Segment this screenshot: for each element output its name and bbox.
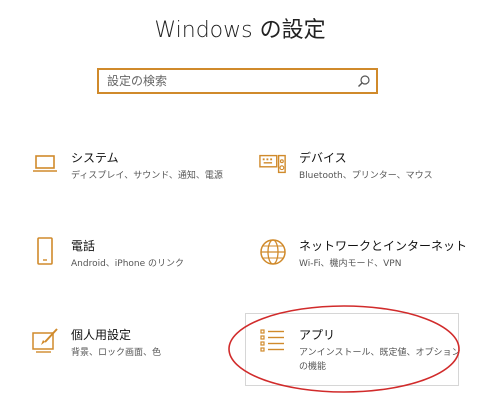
page-title: Windows の設定	[154, 18, 326, 43]
search-icon[interactable]	[354, 70, 374, 92]
tile-title: アプリ	[299, 328, 336, 342]
tile-description: ディスプレイ、サウンド、通知、電源	[71, 171, 223, 181]
devices-icon	[259, 150, 287, 178]
apps-list-icon	[259, 327, 287, 355]
tile-devices[interactable]: デバイス Bluetooth、プリンター、マウス	[259, 150, 433, 183]
tile-description: Android、iPhone のリンク	[71, 259, 185, 269]
personalization-icon	[31, 327, 59, 355]
tile-apps[interactable]: アプリ アンインストール、既定値、オプション の機能	[259, 327, 460, 374]
tile-title: デバイス	[299, 151, 347, 165]
tile-description-line1: アンインストール、既定値、オプション	[299, 348, 461, 358]
tile-description: Bluetooth、プリンター、マウス	[299, 171, 433, 181]
tile-phone[interactable]: 電話 Android、iPhone のリンク	[31, 237, 185, 271]
tile-title: 電話	[71, 239, 96, 253]
phone-icon	[31, 237, 59, 266]
tile-description: Wi-Fi、機内モード、VPN	[299, 259, 402, 269]
tile-network[interactable]: ネットワークとインターネット Wi-Fi、機内モード、VPN	[259, 238, 467, 271]
tile-description: アンインストール、既定値、オプション の機能	[299, 346, 460, 374]
globe-icon	[259, 238, 287, 266]
laptop-icon	[31, 150, 59, 178]
tile-title: 個人用設定	[71, 328, 132, 342]
tile-description-line2: の機能	[299, 362, 327, 372]
tile-title: ネットワークとインターネット	[299, 239, 468, 253]
search-box[interactable]	[97, 68, 378, 94]
tile-description: 背景、ロック画面、色	[71, 348, 162, 358]
tile-title: システム	[71, 151, 119, 165]
tile-personalization[interactable]: 個人用設定 背景、ロック画面、色	[31, 327, 161, 360]
tile-system[interactable]: システム ディスプレイ、サウンド、通知、電源	[31, 150, 223, 183]
search-input[interactable]	[99, 74, 354, 88]
